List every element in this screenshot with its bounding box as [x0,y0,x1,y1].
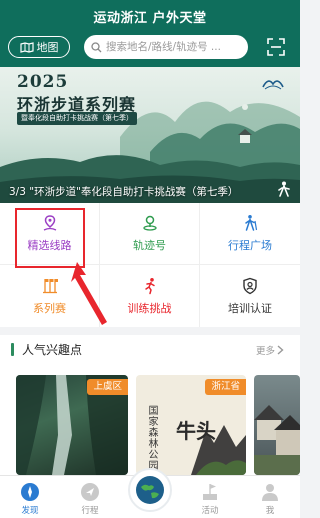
banner-year: 2025 [17,72,69,92]
scan-icon[interactable] [266,37,286,57]
grid-item-featured-routes[interactable]: 精选线路 [0,203,100,265]
nav-trips[interactable]: 行程 [70,482,110,516]
poi-card[interactable]: 上虞区 [16,375,128,475]
more-link[interactable]: 更多 [256,343,284,357]
more-label: 更多 [256,346,276,357]
grid-label: 培训认证 [228,301,272,315]
grid-item-training-challenge[interactable]: 训练挑战 [100,265,200,327]
navigation-icon [81,483,99,501]
red-arrow-annotation [71,262,107,325]
interests-section: 人气兴趣点 更多 上虞区 浙江省 国家森林公园 牛头 [0,335,300,475]
banner-subtitle: 暨奉化段自助打卡挑战赛（第七季） [17,112,137,125]
grid-item-training-certification[interactable]: 培训认证 [200,265,300,327]
banner-caption: 3/3 "环浙步道"奉化段自助打卡挑战赛（第七季） [9,186,239,198]
grid-label: 行程广场 [228,239,272,252]
route-pin-icon [43,215,56,231]
location-track-icon [142,215,157,231]
walker-icon [278,181,290,197]
section-accent-bar [11,343,14,356]
nav-me[interactable]: 我 [250,482,290,516]
nav-label: 发现 [21,506,39,516]
card-tag: 上虞区 [87,379,128,395]
certificate-icon [243,277,257,294]
header: 运动浙江 户外天堂 地图 [0,0,300,67]
village-image [254,405,300,475]
forest-mountain-image [191,425,246,475]
app-title: 运动浙江 户外天堂 [93,11,207,26]
search-input[interactable] [106,41,246,53]
nav-activities[interactable]: 活动 [190,482,230,516]
map-icon [19,41,34,53]
poi-card[interactable] [254,375,300,475]
podium-flag-icon [203,484,217,500]
hiker-icon [245,215,258,231]
section-title: 人气兴趣点 [22,343,83,357]
poi-card[interactable]: 浙江省 国家森林公园 牛头 [136,375,246,475]
trail-logo-icon [262,80,284,90]
search-icon [91,41,102,52]
nav-discover[interactable]: 发现 [10,482,50,516]
grid-label: 系列赛 [33,301,66,315]
runner-icon [144,277,155,294]
bottom-nav: 发现 行程 活动 我 [0,468,300,518]
grid-label: 训练挑战 [127,301,172,315]
user-icon [262,484,278,501]
grid-item-trip-square[interactable]: 行程广场 [200,203,300,265]
nav-label: 活动 [201,506,219,516]
search-box[interactable] [84,35,248,59]
grid-label: 精选线路 [27,239,72,252]
nav-label: 我 [265,506,275,516]
grid-item-track-number[interactable]: 轨迹号 [100,203,200,265]
nav-center-button[interactable] [128,468,172,512]
nav-label: 行程 [81,506,99,516]
globe-icon [136,476,164,504]
map-button-label: 地图 [36,41,59,54]
map-button[interactable]: 地图 [8,36,70,58]
race-flags-icon [42,278,58,293]
grid-label: 轨迹号 [133,239,166,252]
chevron-right-icon [277,345,284,355]
promo-banner[interactable]: 2025 环浙步道系列赛 暨奉化段自助打卡挑战赛（第七季） 3/3 "环浙步道"… [0,67,300,203]
compass-icon [21,483,39,501]
quick-entry-grid: 精选线路 轨迹号 行程广场 系列赛 训练挑战 培训认证 [0,203,300,327]
